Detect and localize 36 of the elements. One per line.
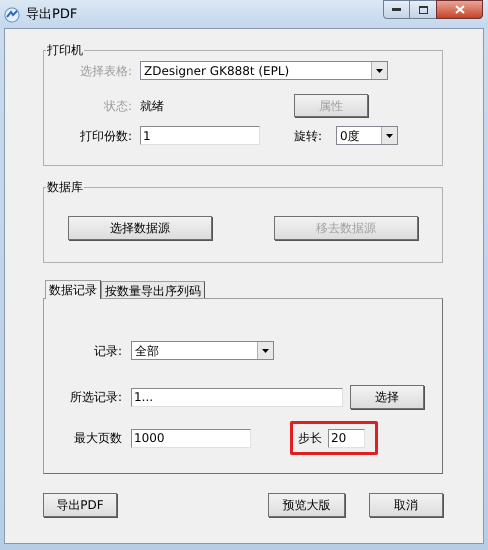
close-button[interactable] bbox=[436, 0, 483, 19]
step-label: 步长 bbox=[298, 430, 322, 447]
dropdown-arrow-icon bbox=[376, 68, 383, 72]
max-pages-label: 最大页数 bbox=[73, 430, 122, 447]
window-title: 导出PDF bbox=[26, 6, 78, 24]
status-label: 状态: bbox=[102, 98, 132, 114]
record-dropdown[interactable]: 全部 bbox=[131, 341, 274, 360]
tab[interactable]: 数据记录 bbox=[45, 280, 101, 299]
step-field[interactable]: 20 bbox=[328, 428, 365, 448]
copies-label: 打印份数: bbox=[78, 128, 132, 144]
minimize-icon bbox=[392, 8, 401, 11]
selected-records-label: 所选记录: bbox=[68, 389, 122, 406]
rotate-dropdown[interactable]: 0度 bbox=[336, 126, 398, 145]
group-title: 数据库 bbox=[46, 179, 84, 196]
footer-button[interactable]: 预览大版 bbox=[268, 493, 345, 517]
max-pages-field[interactable]: 1000 bbox=[131, 428, 251, 448]
dropdown-arrow-icon bbox=[262, 348, 269, 352]
copies-field[interactable]: 1 bbox=[140, 126, 260, 145]
maximize-icon bbox=[418, 6, 428, 14]
status-value: 就绪 bbox=[140, 98, 165, 114]
tab[interactable]: 按数量导出序列码 bbox=[101, 281, 205, 299]
minimize-button[interactable] bbox=[383, 0, 410, 19]
form-label: 选择表格: bbox=[78, 62, 132, 80]
record-label: 记录: bbox=[92, 342, 122, 360]
data-source-button[interactable]: 选择数据源 bbox=[68, 216, 212, 240]
select-button[interactable]: 选择 bbox=[350, 385, 424, 409]
dropdown-arrow-icon bbox=[386, 134, 393, 138]
selected-records-field[interactable]: 1... bbox=[131, 388, 343, 406]
footer-button[interactable]: 取消 bbox=[369, 493, 443, 517]
app-icon bbox=[4, 6, 20, 23]
maximize-button[interactable] bbox=[410, 0, 436, 19]
form-dropdown[interactable]: ZDesigner GK888t (EPL) bbox=[140, 61, 388, 80]
footer-button[interactable]: 导出PDF bbox=[43, 493, 117, 517]
rotate-label: 旋转: bbox=[294, 128, 324, 144]
close-icon bbox=[454, 5, 464, 14]
group-title: 打印机 bbox=[46, 42, 84, 59]
